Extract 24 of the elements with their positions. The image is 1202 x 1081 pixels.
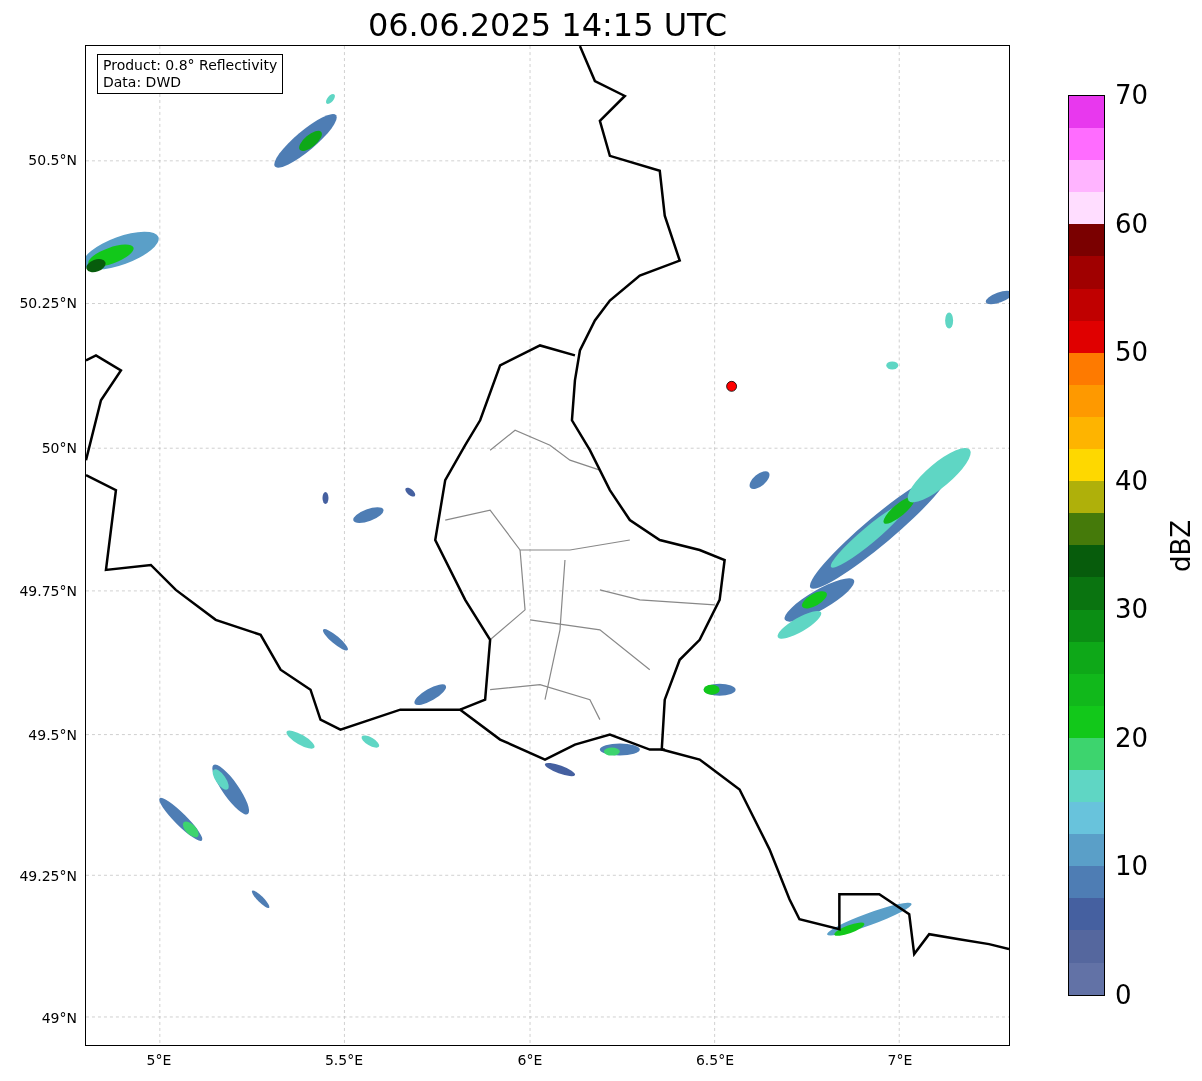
colorbar-tick-label: 50: [1115, 338, 1149, 367]
longitude-label: 6°E: [517, 1052, 543, 1068]
colorbar-tick-label: 30: [1115, 595, 1149, 624]
longitude-label: 5°E: [146, 1052, 172, 1068]
colorbar-tick-label: 10: [1115, 852, 1149, 881]
latitude-label: 49.25°N: [19, 868, 77, 884]
colorbar-tick-label: 0: [1115, 981, 1132, 1009]
colorbar-tick-label: 40: [1115, 466, 1149, 495]
latitude-label: 50.5°N: [28, 152, 77, 168]
latitude-label: 49.5°N: [28, 727, 77, 743]
colorbar-tick-label: 70: [1115, 81, 1149, 109]
colorbar-tick-label: 20: [1115, 723, 1149, 752]
longitude-label: 6.5°E: [695, 1052, 735, 1068]
latitude-label: 50°N: [41, 440, 77, 456]
latitude-label: 49.75°N: [19, 583, 77, 599]
colorbar-label: dBZ: [1167, 519, 1196, 572]
longitude-label: 5.5°E: [324, 1052, 364, 1068]
legend-text: Product: 0.8° Reflectivity: [103, 57, 278, 74]
longitude-label: 7°E: [887, 1052, 913, 1068]
latitude-label: 49°N: [41, 1010, 77, 1026]
chart-title: 06.06.2025 14:15 UTC: [367, 5, 728, 45]
colorbar-tick-label: 60: [1115, 209, 1149, 238]
latitude-label: 50.25°N: [19, 295, 77, 311]
legend-text: Data: DWD: [103, 74, 182, 91]
